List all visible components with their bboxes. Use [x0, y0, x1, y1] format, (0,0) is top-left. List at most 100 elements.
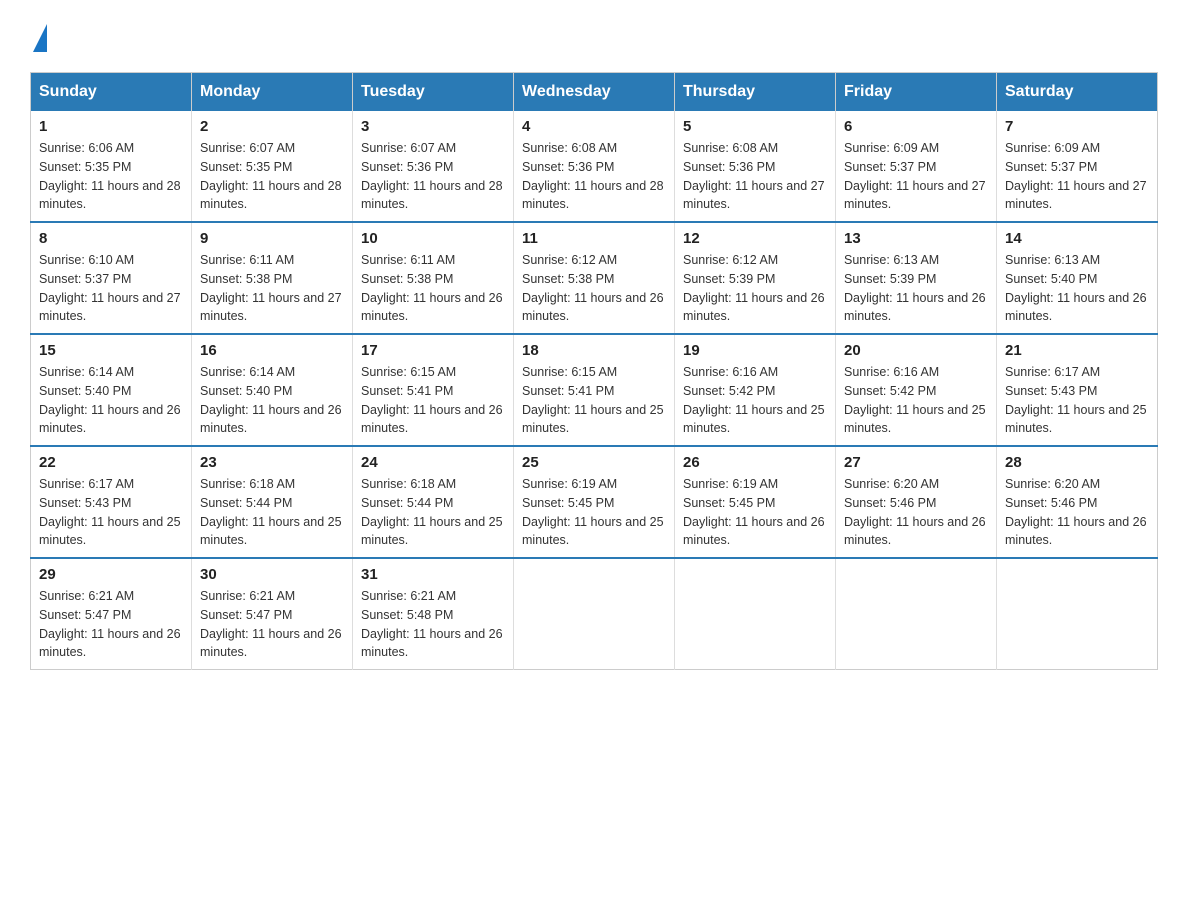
day-info: Sunrise: 6:11 AM Sunset: 5:38 PM Dayligh…	[200, 251, 344, 326]
day-number: 31	[361, 566, 505, 583]
day-info: Sunrise: 6:10 AM Sunset: 5:37 PM Dayligh…	[39, 251, 183, 326]
calendar-day-header: Sunday	[31, 73, 192, 112]
day-number: 19	[683, 342, 827, 359]
calendar-week-row: 29 Sunrise: 6:21 AM Sunset: 5:47 PM Dayl…	[31, 558, 1158, 670]
day-number: 25	[522, 454, 666, 471]
calendar-day-header: Friday	[836, 73, 997, 112]
calendar-day-cell: 23 Sunrise: 6:18 AM Sunset: 5:44 PM Dayl…	[192, 446, 353, 558]
calendar-day-cell: 25 Sunrise: 6:19 AM Sunset: 5:45 PM Dayl…	[514, 446, 675, 558]
day-number: 15	[39, 342, 183, 359]
day-number: 20	[844, 342, 988, 359]
calendar-day-cell: 10 Sunrise: 6:11 AM Sunset: 5:38 PM Dayl…	[353, 222, 514, 334]
day-number: 27	[844, 454, 988, 471]
day-number: 12	[683, 230, 827, 247]
calendar-day-cell: 6 Sunrise: 6:09 AM Sunset: 5:37 PM Dayli…	[836, 111, 997, 222]
day-info: Sunrise: 6:21 AM Sunset: 5:48 PM Dayligh…	[361, 587, 505, 662]
calendar-day-cell	[836, 558, 997, 670]
day-info: Sunrise: 6:12 AM Sunset: 5:38 PM Dayligh…	[522, 251, 666, 326]
day-number: 10	[361, 230, 505, 247]
day-info: Sunrise: 6:18 AM Sunset: 5:44 PM Dayligh…	[200, 475, 344, 550]
calendar-week-row: 22 Sunrise: 6:17 AM Sunset: 5:43 PM Dayl…	[31, 446, 1158, 558]
day-number: 18	[522, 342, 666, 359]
calendar-day-cell: 18 Sunrise: 6:15 AM Sunset: 5:41 PM Dayl…	[514, 334, 675, 446]
day-info: Sunrise: 6:13 AM Sunset: 5:39 PM Dayligh…	[844, 251, 988, 326]
day-number: 28	[1005, 454, 1149, 471]
calendar-day-cell: 5 Sunrise: 6:08 AM Sunset: 5:36 PM Dayli…	[675, 111, 836, 222]
day-info: Sunrise: 6:14 AM Sunset: 5:40 PM Dayligh…	[200, 363, 344, 438]
day-info: Sunrise: 6:19 AM Sunset: 5:45 PM Dayligh…	[522, 475, 666, 550]
day-info: Sunrise: 6:14 AM Sunset: 5:40 PM Dayligh…	[39, 363, 183, 438]
calendar-day-cell: 17 Sunrise: 6:15 AM Sunset: 5:41 PM Dayl…	[353, 334, 514, 446]
day-number: 6	[844, 118, 988, 135]
day-number: 21	[1005, 342, 1149, 359]
calendar-week-row: 1 Sunrise: 6:06 AM Sunset: 5:35 PM Dayli…	[31, 111, 1158, 222]
day-number: 30	[200, 566, 344, 583]
calendar-day-cell: 30 Sunrise: 6:21 AM Sunset: 5:47 PM Dayl…	[192, 558, 353, 670]
calendar-day-cell	[997, 558, 1158, 670]
day-info: Sunrise: 6:21 AM Sunset: 5:47 PM Dayligh…	[39, 587, 183, 662]
day-info: Sunrise: 6:06 AM Sunset: 5:35 PM Dayligh…	[39, 139, 183, 214]
calendar-day-cell: 3 Sunrise: 6:07 AM Sunset: 5:36 PM Dayli…	[353, 111, 514, 222]
calendar-day-header: Saturday	[997, 73, 1158, 112]
day-number: 8	[39, 230, 183, 247]
day-info: Sunrise: 6:15 AM Sunset: 5:41 PM Dayligh…	[522, 363, 666, 438]
day-info: Sunrise: 6:12 AM Sunset: 5:39 PM Dayligh…	[683, 251, 827, 326]
calendar-week-row: 15 Sunrise: 6:14 AM Sunset: 5:40 PM Dayl…	[31, 334, 1158, 446]
day-number: 26	[683, 454, 827, 471]
day-info: Sunrise: 6:07 AM Sunset: 5:35 PM Dayligh…	[200, 139, 344, 214]
day-number: 23	[200, 454, 344, 471]
calendar-day-cell: 19 Sunrise: 6:16 AM Sunset: 5:42 PM Dayl…	[675, 334, 836, 446]
calendar-day-cell: 7 Sunrise: 6:09 AM Sunset: 5:37 PM Dayli…	[997, 111, 1158, 222]
day-info: Sunrise: 6:20 AM Sunset: 5:46 PM Dayligh…	[844, 475, 988, 550]
calendar-day-cell: 13 Sunrise: 6:13 AM Sunset: 5:39 PM Dayl…	[836, 222, 997, 334]
calendar-day-cell: 1 Sunrise: 6:06 AM Sunset: 5:35 PM Dayli…	[31, 111, 192, 222]
day-info: Sunrise: 6:21 AM Sunset: 5:47 PM Dayligh…	[200, 587, 344, 662]
calendar-header-row: SundayMondayTuesdayWednesdayThursdayFrid…	[31, 73, 1158, 112]
calendar-day-cell: 2 Sunrise: 6:07 AM Sunset: 5:35 PM Dayli…	[192, 111, 353, 222]
day-number: 22	[39, 454, 183, 471]
day-info: Sunrise: 6:09 AM Sunset: 5:37 PM Dayligh…	[1005, 139, 1149, 214]
day-info: Sunrise: 6:17 AM Sunset: 5:43 PM Dayligh…	[39, 475, 183, 550]
calendar-day-cell: 26 Sunrise: 6:19 AM Sunset: 5:45 PM Dayl…	[675, 446, 836, 558]
calendar-day-cell: 16 Sunrise: 6:14 AM Sunset: 5:40 PM Dayl…	[192, 334, 353, 446]
calendar-day-cell: 12 Sunrise: 6:12 AM Sunset: 5:39 PM Dayl…	[675, 222, 836, 334]
day-number: 2	[200, 118, 344, 135]
calendar-day-cell: 29 Sunrise: 6:21 AM Sunset: 5:47 PM Dayl…	[31, 558, 192, 670]
day-number: 5	[683, 118, 827, 135]
calendar-day-header: Wednesday	[514, 73, 675, 112]
calendar-table: SundayMondayTuesdayWednesdayThursdayFrid…	[30, 72, 1158, 670]
calendar-day-cell	[675, 558, 836, 670]
calendar-day-header: Tuesday	[353, 73, 514, 112]
calendar-day-header: Monday	[192, 73, 353, 112]
day-info: Sunrise: 6:18 AM Sunset: 5:44 PM Dayligh…	[361, 475, 505, 550]
calendar-day-cell: 14 Sunrise: 6:13 AM Sunset: 5:40 PM Dayl…	[997, 222, 1158, 334]
day-number: 24	[361, 454, 505, 471]
calendar-day-cell: 11 Sunrise: 6:12 AM Sunset: 5:38 PM Dayl…	[514, 222, 675, 334]
day-info: Sunrise: 6:09 AM Sunset: 5:37 PM Dayligh…	[844, 139, 988, 214]
day-info: Sunrise: 6:08 AM Sunset: 5:36 PM Dayligh…	[522, 139, 666, 214]
day-info: Sunrise: 6:13 AM Sunset: 5:40 PM Dayligh…	[1005, 251, 1149, 326]
calendar-day-cell: 8 Sunrise: 6:10 AM Sunset: 5:37 PM Dayli…	[31, 222, 192, 334]
page-header	[30, 20, 1158, 52]
day-number: 16	[200, 342, 344, 359]
calendar-day-cell: 28 Sunrise: 6:20 AM Sunset: 5:46 PM Dayl…	[997, 446, 1158, 558]
day-info: Sunrise: 6:08 AM Sunset: 5:36 PM Dayligh…	[683, 139, 827, 214]
calendar-day-cell: 24 Sunrise: 6:18 AM Sunset: 5:44 PM Dayl…	[353, 446, 514, 558]
calendar-week-row: 8 Sunrise: 6:10 AM Sunset: 5:37 PM Dayli…	[31, 222, 1158, 334]
logo-triangle-icon	[33, 24, 47, 52]
calendar-day-cell: 31 Sunrise: 6:21 AM Sunset: 5:48 PM Dayl…	[353, 558, 514, 670]
day-number: 29	[39, 566, 183, 583]
day-info: Sunrise: 6:11 AM Sunset: 5:38 PM Dayligh…	[361, 251, 505, 326]
day-number: 4	[522, 118, 666, 135]
day-info: Sunrise: 6:20 AM Sunset: 5:46 PM Dayligh…	[1005, 475, 1149, 550]
day-info: Sunrise: 6:16 AM Sunset: 5:42 PM Dayligh…	[683, 363, 827, 438]
calendar-day-cell: 15 Sunrise: 6:14 AM Sunset: 5:40 PM Dayl…	[31, 334, 192, 446]
day-number: 7	[1005, 118, 1149, 135]
day-number: 17	[361, 342, 505, 359]
day-info: Sunrise: 6:17 AM Sunset: 5:43 PM Dayligh…	[1005, 363, 1149, 438]
day-info: Sunrise: 6:19 AM Sunset: 5:45 PM Dayligh…	[683, 475, 827, 550]
day-number: 1	[39, 118, 183, 135]
logo	[30, 20, 47, 52]
calendar-day-cell: 27 Sunrise: 6:20 AM Sunset: 5:46 PM Dayl…	[836, 446, 997, 558]
day-number: 11	[522, 230, 666, 247]
